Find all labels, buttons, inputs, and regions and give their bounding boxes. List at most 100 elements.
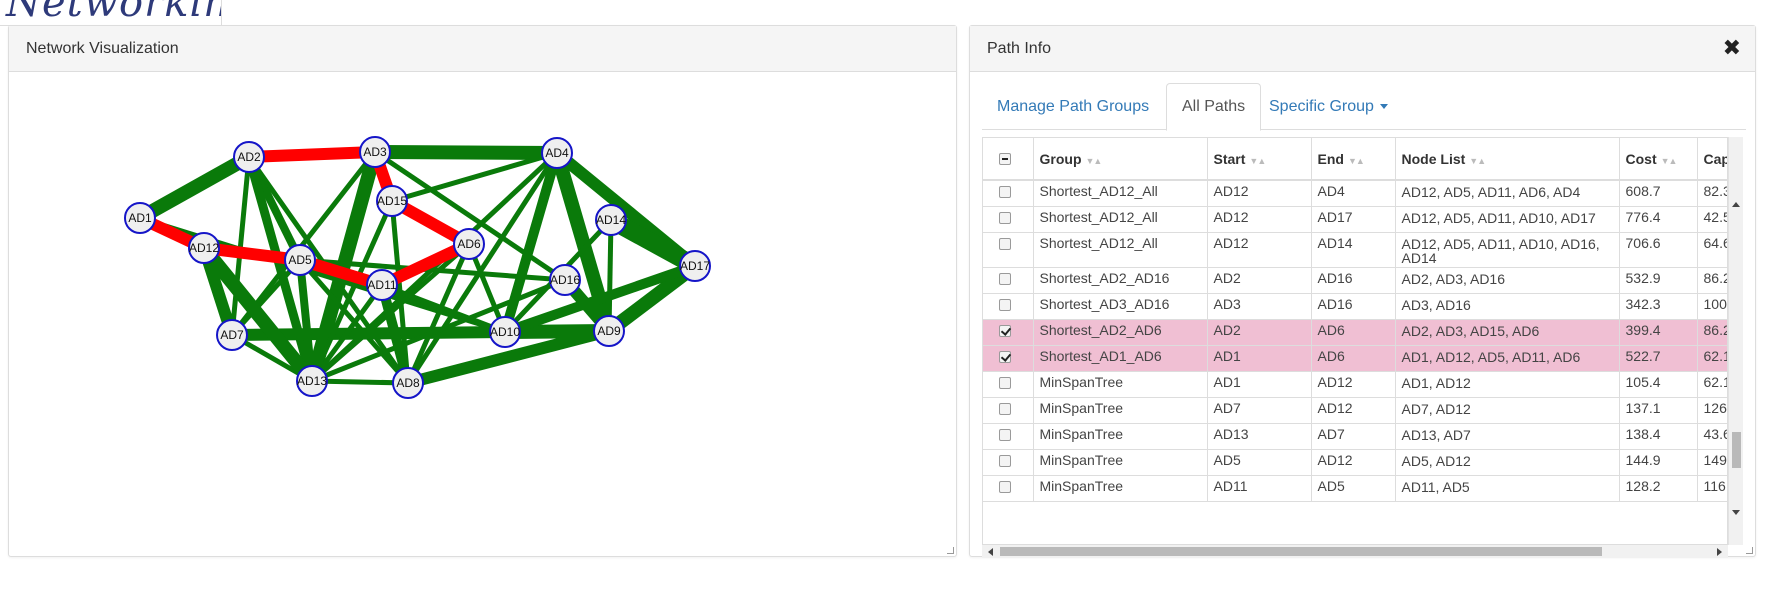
network-node[interactable]: AD15 [376, 185, 408, 217]
select-all-header[interactable] [983, 138, 1034, 181]
caret-down-icon [1379, 104, 1388, 109]
row-select-cell[interactable] [983, 371, 1034, 398]
network-node[interactable]: AD17 [679, 250, 711, 282]
row-checkbox[interactable] [999, 211, 1011, 224]
select-all-checkbox[interactable] [999, 152, 1011, 165]
cell-cost: 706.6 [1619, 232, 1698, 268]
network-node[interactable]: AD6 [453, 228, 485, 260]
tab-specific-group[interactable]: Specific Group [1254, 83, 1403, 130]
scroll-thumb[interactable] [1000, 547, 1602, 556]
row-select-cell[interactable] [983, 319, 1034, 346]
network-node[interactable]: AD7 [216, 319, 248, 351]
row-select-cell[interactable] [983, 267, 1034, 294]
row-checkbox[interactable] [999, 376, 1011, 389]
network-link[interactable] [374, 145, 558, 160]
table-header-row: Group ▼▲ Start ▼▲ End ▼▲ Node List ▼▲ Cost ▼▲… [983, 138, 1727, 181]
highlighted-link[interactable] [248, 146, 376, 163]
scroll-thumb[interactable] [1732, 432, 1741, 468]
network-node[interactable]: AD5 [284, 244, 316, 276]
network-node[interactable]: AD11 [366, 269, 398, 301]
row-checkbox[interactable] [999, 454, 1011, 467]
row-checkbox[interactable] [999, 272, 1011, 285]
row-select-cell[interactable] [983, 206, 1034, 233]
network-node[interactable]: AD9 [593, 315, 625, 347]
network-visualization-heading: Network Visualization [9, 26, 956, 72]
table-row[interactable]: MinSpanTreeAD5AD12AD5, AD12144.9149. [983, 449, 1727, 476]
table-row[interactable]: MinSpanTree AD11 AD5 AD11, AD5 128.2 116. [983, 475, 1727, 502]
table-row[interactable]: MinSpanTreeAD7AD12AD7, AD12137.1126. [983, 397, 1727, 424]
table-row[interactable]: Shortest_AD3_AD16 AD3 AD16 AD3, AD16 342.3 10… [983, 293, 1727, 320]
table-row[interactable]: Shortest_AD2_AD6 AD2 AD6 AD2, AD3, AD15, AD… [983, 319, 1727, 346]
column-header-start[interactable]: Start ▼▲ [1207, 138, 1312, 181]
column-header-group[interactable]: Group ▼▲ [1033, 138, 1208, 181]
scroll-down-icon[interactable] [1732, 510, 1740, 515]
row-select-cell[interactable] [983, 345, 1034, 372]
viz-resize-handle[interactable] [947, 547, 954, 554]
network-link[interactable] [606, 219, 614, 332]
cell-group: Shortest_AD1_AD6 [1033, 345, 1208, 372]
network-node[interactable]: AD1 [124, 202, 156, 234]
row-checkbox[interactable] [999, 350, 1011, 363]
row-checkbox[interactable] [999, 480, 1011, 493]
row-checkbox[interactable] [999, 298, 1011, 311]
network-node[interactable]: AD16 [549, 264, 581, 296]
scroll-left-icon[interactable] [988, 548, 993, 556]
cell-group: MinSpanTree [1033, 423, 1208, 450]
cell-start: AD13 [1207, 423, 1312, 450]
network-node[interactable]: AD4 [541, 137, 573, 169]
tab-all-paths[interactable]: All Paths [1166, 83, 1262, 131]
table-row[interactable]: Shortest_AD12_All AD12 AD4 AD12, AD5, AD11,… [983, 180, 1727, 207]
column-header-capacity[interactable]: Capacity [1697, 138, 1727, 181]
table-row[interactable]: Shortest_AD12_All AD12 AD17 AD12, AD5, AD11… [983, 206, 1727, 233]
table-row[interactable]: Shortest_AD1_AD6 AD1 AD6 AD1, AD12, AD5, AD… [983, 345, 1727, 372]
table-row[interactable]: MinSpanTreeAD13AD7AD13, AD7138.443.6 [983, 423, 1727, 450]
table-row[interactable]: MinSpanTreeAD1AD12AD1, AD12105.462.1 [983, 371, 1727, 398]
scroll-up-icon[interactable] [1732, 202, 1740, 207]
horizontal-scrollbar[interactable] [982, 545, 1728, 558]
row-select-cell[interactable] [983, 293, 1034, 320]
row-checkbox[interactable] [999, 428, 1011, 441]
path-info-panel: Path Info ✖ Manage Path Groups All Paths… [969, 25, 1756, 558]
network-node[interactable]: AD2 [233, 141, 265, 173]
row-select-cell[interactable] [983, 232, 1034, 268]
cell-capacity: 86.2 [1697, 267, 1727, 294]
row-select-cell[interactable] [983, 423, 1034, 450]
row-select-cell[interactable] [983, 475, 1034, 502]
cell-group: Shortest_AD12_All [1033, 206, 1208, 233]
scroll-right-icon[interactable] [1717, 548, 1722, 556]
network-node[interactable]: AD3 [359, 136, 391, 168]
network-node[interactable]: AD14 [595, 204, 627, 236]
cell-node-list: AD5, AD12 [1395, 449, 1620, 476]
network-link[interactable] [136, 150, 253, 225]
tab-manage-path-groups[interactable]: Manage Path Groups [982, 83, 1164, 130]
row-select-cell[interactable] [983, 449, 1034, 476]
sort-icon: ▼▲ [1085, 155, 1103, 166]
table-row[interactable]: Shortest_AD12_All AD12 AD14 AD12, AD5, AD11… [983, 232, 1727, 268]
path-info-resize-handle[interactable] [1746, 547, 1753, 554]
cell-group: Shortest_AD12_All [1033, 232, 1208, 268]
row-checkbox[interactable] [999, 402, 1011, 415]
row-select-cell[interactable] [983, 180, 1034, 207]
cell-start: AD7 [1207, 397, 1312, 424]
column-header-cost[interactable]: Cost ▼▲ [1619, 138, 1698, 181]
network-node[interactable]: AD13 [296, 365, 328, 397]
node-label: AD11 [367, 278, 396, 292]
row-checkbox[interactable] [999, 237, 1011, 250]
network-node[interactable]: AD8 [392, 367, 424, 399]
column-header-node-list[interactable]: Node List ▼▲ [1395, 138, 1620, 181]
node-label: AD10 [490, 325, 520, 339]
vertical-scrollbar[interactable] [1728, 137, 1743, 545]
cell-end: AD6 [1311, 345, 1396, 372]
network-node[interactable]: AD12 [188, 232, 220, 264]
column-header-end[interactable]: End ▼▲ [1311, 138, 1396, 181]
cell-end: AD7 [1311, 423, 1396, 450]
row-checkbox[interactable] [999, 186, 1011, 198]
network-graph[interactable]: AD1 AD2 AD3 AD4 AD5 AD6 AD7 AD8 AD9 AD10 AD11 AD12 A… [9, 73, 956, 556]
cell-node-list: AD12, AD5, AD11, AD10, AD16, AD14 [1395, 232, 1620, 268]
row-checkbox[interactable] [999, 324, 1011, 337]
network-node[interactable]: AD10 [489, 316, 521, 348]
close-icon[interactable]: ✖ [1723, 34, 1741, 62]
row-select-cell[interactable] [983, 397, 1034, 424]
table-row[interactable]: Shortest_AD2_AD16 AD2 AD16 AD2, AD3, AD16 53… [983, 267, 1727, 294]
cell-node-list: AD2, AD3, AD15, AD6 [1395, 319, 1620, 346]
